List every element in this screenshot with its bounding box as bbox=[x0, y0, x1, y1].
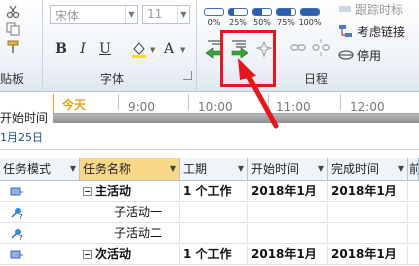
duration-cell[interactable]: 1 个工作 bbox=[180, 245, 248, 265]
timeline-bar[interactable] bbox=[53, 113, 419, 123]
finish-cell[interactable] bbox=[328, 203, 408, 223]
progress-bar-icon bbox=[300, 8, 320, 16]
inactivate-icon bbox=[338, 50, 354, 60]
chevron-down-icon[interactable]: ▼ bbox=[238, 158, 244, 180]
group-separator bbox=[42, 0, 43, 90]
start-cell[interactable] bbox=[248, 224, 328, 244]
progress-bar-icon bbox=[228, 8, 248, 16]
svg-text:?: ? bbox=[19, 234, 23, 240]
font-size-value: 11 bbox=[147, 7, 163, 21]
task-name-cell[interactable]: 子活动二 bbox=[80, 224, 180, 244]
table-row[interactable]: − 次活动 1 个工作 2018年1月 2018年1月 bbox=[0, 245, 419, 265]
bold-button[interactable]: B bbox=[52, 40, 70, 58]
finish-cell[interactable] bbox=[328, 224, 408, 244]
timeline-tick bbox=[118, 94, 119, 110]
schedule-group-label: 日程 bbox=[304, 72, 329, 86]
column-header-predecessors[interactable]: 前 bbox=[408, 158, 419, 181]
italic-button[interactable]: I bbox=[74, 40, 92, 58]
finish-cell[interactable]: 2018年1月 bbox=[328, 245, 408, 265]
timeline-start-label: 开始时间 bbox=[0, 111, 49, 125]
column-header-finish[interactable]: 完成时间 ▼ bbox=[328, 158, 408, 181]
manual-task-pin-icon: ? bbox=[11, 208, 23, 219]
start-cell[interactable]: 2018年1月 bbox=[248, 245, 328, 265]
duration-cell[interactable] bbox=[180, 224, 248, 244]
table-row[interactable]: ? 子活动二 bbox=[0, 224, 419, 244]
chevron-down-icon[interactable]: ▼ bbox=[170, 158, 176, 180]
timeline-pane[interactable]: 今天 9:00 10:00 11:00 12:00 开始时间 1月25日 bbox=[0, 92, 419, 150]
percent-complete-50-button[interactable]: 50% bbox=[250, 5, 274, 29]
link-tasks-icon[interactable] bbox=[290, 40, 306, 56]
duration-cell[interactable] bbox=[180, 203, 248, 223]
chevron-down-icon[interactable]: ▼ bbox=[398, 158, 404, 180]
chevron-down-icon[interactable]: ▼ bbox=[318, 158, 324, 180]
inactivate-button[interactable]: 停用 bbox=[338, 46, 381, 64]
font-name-combo[interactable]: 宋体 ▼ bbox=[50, 5, 138, 24]
chevron-down-icon[interactable]: ▼ bbox=[177, 6, 189, 23]
font-color-button[interactable]: A bbox=[160, 40, 178, 58]
progress-bar-icon bbox=[252, 8, 272, 16]
column-header-duration[interactable]: 工期 ▼ bbox=[180, 158, 248, 181]
copy-icon[interactable] bbox=[6, 22, 20, 36]
progress-bar-icon bbox=[204, 8, 224, 16]
chevron-down-icon[interactable]: ▼ bbox=[150, 46, 155, 54]
column-header-task-name[interactable]: 任务名称 ▼ bbox=[80, 158, 180, 181]
timeline-tick bbox=[268, 94, 269, 110]
font-name-value: 宋体 bbox=[55, 9, 80, 23]
format-painter-icon[interactable] bbox=[6, 40, 20, 54]
collapse-toggle-icon[interactable]: − bbox=[83, 250, 92, 259]
timeline-today-label: 今天 bbox=[62, 98, 87, 112]
unlink-tasks-icon[interactable] bbox=[312, 38, 330, 58]
ribbon: 贴板 宋体 ▼ 11 ▼ B I U ▼ A ▼ 字体 0% 25% 50% 7… bbox=[0, 0, 419, 92]
font-size-combo[interactable]: 11 ▼ bbox=[142, 5, 190, 24]
task-name-cell[interactable]: 子活动一 bbox=[80, 203, 180, 223]
duration-cell[interactable]: 1 个工作 bbox=[180, 182, 248, 202]
percent-complete-75-button[interactable]: 75% bbox=[274, 5, 298, 29]
respect-links-label: 考虑链接 bbox=[357, 24, 406, 39]
progress-bar-icon bbox=[276, 8, 296, 16]
font-dialog-launcher[interactable] bbox=[183, 71, 192, 80]
start-cell[interactable]: 2018年1月 bbox=[248, 182, 328, 202]
inactivate-label: 停用 bbox=[357, 48, 382, 63]
percent-complete-100-button[interactable]: 100% bbox=[298, 5, 322, 29]
fill-color-icon[interactable] bbox=[130, 40, 148, 58]
percent-complete-0-button[interactable]: 0% bbox=[202, 5, 226, 29]
task-name-cell[interactable]: − 主活动 bbox=[80, 182, 180, 202]
timeline-tick bbox=[188, 94, 189, 110]
underline-button[interactable]: U bbox=[96, 40, 114, 58]
timeline-tick-label: 10:00 bbox=[198, 100, 233, 114]
gantt-task-table: 任务模式▼ 任务名称▼ 工期▼ 开始时间▼ 完成时间▼ 前 −主活动 1 个工作… bbox=[0, 150, 419, 266]
respect-links-icon bbox=[339, 25, 352, 37]
manual-task-pin-icon: ? bbox=[11, 229, 23, 240]
clipboard-group-label: 贴板 bbox=[0, 72, 25, 86]
timeline-tick-label: 9:00 bbox=[128, 100, 155, 114]
timeline-start-date: 1月25日 bbox=[0, 131, 43, 144]
chevron-down-icon[interactable]: ▼ bbox=[70, 158, 76, 180]
collapse-toggle-icon[interactable]: − bbox=[83, 187, 92, 196]
timeline-tick-label: 11:00 bbox=[276, 100, 311, 114]
track-icon bbox=[339, 6, 351, 12]
auto-scheduled-task-icon bbox=[10, 187, 23, 196]
table-row[interactable]: − 主活动 1 个工作 2018年1月 2018年1月 bbox=[0, 182, 419, 202]
mark-on-track-button[interactable]: 跟踪时标 bbox=[338, 0, 403, 18]
finish-cell[interactable]: 2018年1月 bbox=[328, 182, 408, 202]
timeline-tick-label: 12:00 bbox=[350, 100, 385, 114]
table-row[interactable]: ? 子活动一 bbox=[0, 203, 419, 223]
font-group-label: 字体 bbox=[100, 72, 125, 86]
mark-on-track-label: 跟踪时标 bbox=[355, 2, 404, 17]
respect-links-button[interactable]: 考虑链接 bbox=[338, 22, 405, 40]
annotation-highlight-box bbox=[220, 30, 276, 87]
column-header-start[interactable]: 开始时间 ▼ bbox=[248, 158, 328, 181]
group-separator bbox=[196, 0, 197, 90]
timeline-tick bbox=[340, 94, 341, 110]
svg-text:?: ? bbox=[19, 213, 23, 219]
cut-icon[interactable] bbox=[6, 5, 20, 19]
task-name-cell[interactable]: − 次活动 bbox=[80, 245, 180, 265]
chevron-down-icon[interactable]: ▼ bbox=[125, 6, 137, 23]
chevron-down-icon[interactable]: ▼ bbox=[180, 46, 185, 54]
auto-scheduled-task-icon bbox=[10, 250, 23, 259]
column-header-task-mode[interactable]: 任务模式 ▼ bbox=[0, 158, 80, 181]
percent-complete-25-button[interactable]: 25% bbox=[226, 5, 250, 29]
start-cell[interactable] bbox=[248, 203, 328, 223]
